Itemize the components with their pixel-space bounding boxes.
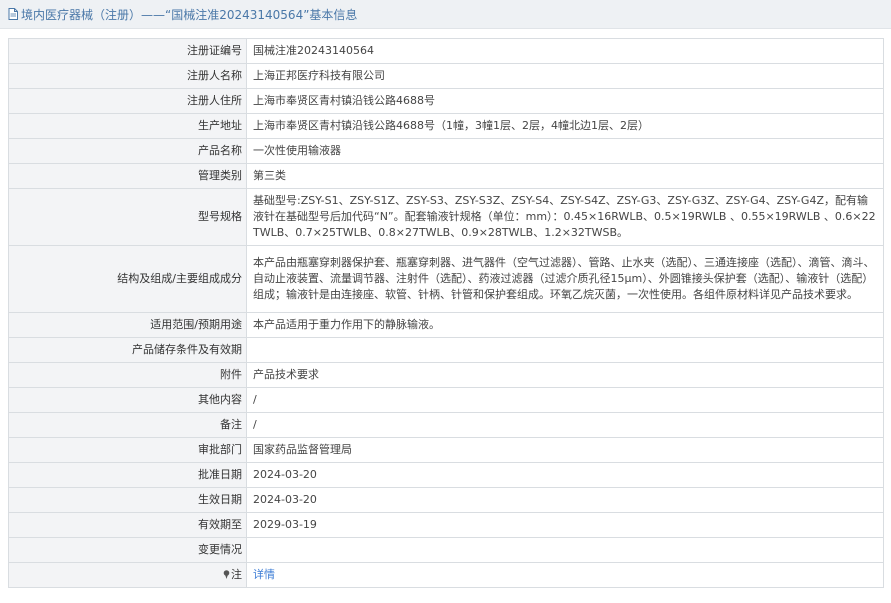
field-label: 备注: [8, 412, 247, 438]
field-value: 上海正邦医疗科技有限公司: [246, 63, 884, 89]
page-title: 境内医疗器械（注册）——“国械注准20243140564”基本信息: [21, 7, 358, 22]
field-value: /: [246, 412, 884, 438]
table-row: 型号规格 基础型号:ZSY-S1、ZSY-S1Z、ZSY-S3、ZSY-S3Z、…: [8, 188, 884, 246]
field-label: 注册人名称: [8, 63, 247, 89]
table-row: 生效日期 2024-03-20: [8, 487, 884, 513]
pin-icon: [223, 570, 230, 579]
field-label: 批准日期: [8, 462, 247, 488]
table-row: 注册人住所 上海市奉贤区青村镇沿钱公路4688号: [8, 88, 884, 114]
table-row: 产品储存条件及有效期: [8, 337, 884, 363]
field-value: 国械注准20243140564: [246, 38, 884, 64]
field-label: 生效日期: [8, 487, 247, 513]
table-row: 注册人名称 上海正邦医疗科技有限公司: [8, 63, 884, 89]
field-label: 适用范围/预期用途: [8, 312, 247, 338]
field-label: 有效期至: [8, 512, 247, 538]
field-value: [246, 337, 884, 363]
field-label: 附件: [8, 362, 247, 388]
field-label: 生产地址: [8, 113, 247, 139]
note-label: 注: [8, 562, 247, 588]
note-row: 注 详情: [8, 562, 884, 588]
field-label: 注册人住所: [8, 88, 247, 114]
field-value: 2024-03-20: [246, 462, 884, 488]
page-header: 境内医疗器械（注册）——“国械注准20243140564”基本信息: [0, 0, 891, 29]
details-link[interactable]: 详情: [253, 568, 275, 581]
field-label: 注册证编号: [8, 38, 247, 64]
field-value: 本产品适用于重力作用下的静脉输液。: [246, 312, 884, 338]
field-label: 变更情况: [8, 537, 247, 563]
table-row: 备注 /: [8, 412, 884, 438]
table-row: 注册证编号 国械注准20243140564: [8, 38, 884, 64]
field-label: 管理类别: [8, 163, 247, 189]
detail-table: 注册证编号 国械注准20243140564 注册人名称 上海正邦医疗科技有限公司…: [8, 38, 884, 588]
field-value: /: [246, 387, 884, 413]
field-value: 第三类: [246, 163, 884, 189]
field-value: 2029-03-19: [246, 512, 884, 538]
field-label: 产品名称: [8, 138, 247, 164]
table-row: 生产地址 上海市奉贤区青村镇沿钱公路4688号（1幢，3幢1层、2层，4幢北边1…: [8, 113, 884, 139]
field-value: 产品技术要求: [246, 362, 884, 388]
field-label: 结构及组成/主要组成成分: [8, 245, 247, 313]
note-value: 详情: [246, 562, 884, 588]
table-row: 附件 产品技术要求: [8, 362, 884, 388]
field-value: [246, 537, 884, 563]
table-row: 结构及组成/主要组成成分 本产品由瓶塞穿刺器保护套、瓶塞穿刺器、进气器件（空气过…: [8, 245, 884, 313]
document-icon: [8, 8, 18, 20]
field-value: 上海市奉贤区青村镇沿钱公路4688号: [246, 88, 884, 114]
note-label-text: 注: [231, 568, 242, 581]
field-label: 审批部门: [8, 437, 247, 463]
field-value: 上海市奉贤区青村镇沿钱公路4688号（1幢，3幢1层、2层，4幢北边1层、2层）: [246, 113, 884, 139]
table-row: 审批部门 国家药品监督管理局: [8, 437, 884, 463]
table-row: 其他内容 /: [8, 387, 884, 413]
field-value: 2024-03-20: [246, 487, 884, 513]
field-label: 其他内容: [8, 387, 247, 413]
field-label: 产品储存条件及有效期: [8, 337, 247, 363]
table-row: 产品名称 一次性使用输液器: [8, 138, 884, 164]
field-value: 基础型号:ZSY-S1、ZSY-S1Z、ZSY-S3、ZSY-S3Z、ZSY-S…: [246, 188, 884, 246]
table-row: 批准日期 2024-03-20: [8, 462, 884, 488]
table-row: 变更情况: [8, 537, 884, 563]
field-label: 型号规格: [8, 188, 247, 246]
field-value: 国家药品监督管理局: [246, 437, 884, 463]
field-value: 本产品由瓶塞穿刺器保护套、瓶塞穿刺器、进气器件（空气过滤器）、管路、止水夹（选配…: [246, 245, 884, 313]
field-value: 一次性使用输液器: [246, 138, 884, 164]
table-row: 适用范围/预期用途 本产品适用于重力作用下的静脉输液。: [8, 312, 884, 338]
table-row: 管理类别 第三类: [8, 163, 884, 189]
table-row: 有效期至 2029-03-19: [8, 512, 884, 538]
